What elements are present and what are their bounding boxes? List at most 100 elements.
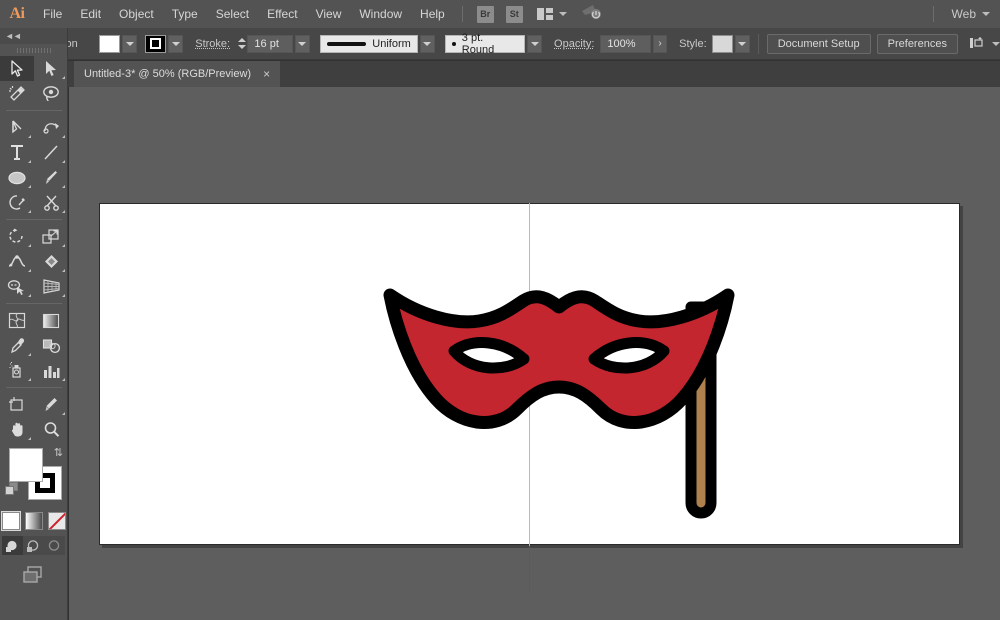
pen-tool[interactable] [0, 115, 34, 140]
change-screen-mode-button[interactable] [21, 565, 47, 590]
stroke-profile-dropdown[interactable] [420, 35, 435, 53]
draw-normal-button[interactable] [2, 536, 23, 555]
document-setup-button[interactable]: Document Setup [767, 34, 871, 54]
swap-fill-stroke-icon[interactable]: ⇅ [54, 446, 63, 459]
line-segment-tool[interactable] [34, 140, 68, 165]
scissors-tool[interactable] [34, 190, 68, 215]
opacity-input[interactable]: 100% [600, 35, 651, 53]
artboard-tool[interactable] [0, 392, 34, 417]
screen-mode-row [0, 565, 67, 590]
magic-wand-tool[interactable] [0, 81, 34, 106]
zoom-tool[interactable] [34, 417, 68, 442]
paintbrush-tool[interactable] [34, 165, 68, 190]
app-logo-icon: Ai [0, 0, 34, 28]
tools-divider [6, 110, 62, 111]
lasso-tool[interactable] [34, 81, 68, 106]
stroke-weight-label[interactable]: Stroke: [195, 38, 230, 50]
gradient-tool[interactable] [34, 308, 68, 333]
uniform-profile-icon [327, 42, 366, 46]
mask-body [390, 295, 728, 422]
menu-separator [462, 6, 463, 22]
menu-type[interactable]: Type [163, 0, 207, 28]
ellipse-tool[interactable] [0, 165, 34, 190]
stroke-weight-stepper[interactable] [236, 35, 247, 53]
draw-behind-button[interactable] [23, 536, 44, 555]
shape-builder-tool[interactable] [0, 274, 34, 299]
color-mode-button[interactable] [2, 512, 20, 530]
fill-stroke-controls: ⇅ [0, 446, 68, 508]
add-anchor-point-tool[interactable] [34, 115, 68, 140]
fill-color-indicator[interactable] [9, 448, 43, 482]
mesh-tool[interactable] [0, 308, 34, 333]
arrange-documents-icon[interactable] [537, 8, 567, 20]
menu-view[interactable]: View [307, 0, 351, 28]
fill-swatch-dropdown[interactable] [122, 35, 137, 53]
stock-icon[interactable]: St [506, 6, 523, 23]
drawing-mode-row [0, 536, 67, 555]
preferences-button[interactable]: Preferences [877, 34, 958, 54]
brush-dot-icon [452, 42, 456, 46]
brush-definition-combo[interactable]: 3 pt. Round [445, 35, 525, 53]
workspace-separator [933, 6, 934, 22]
tools-grid [0, 56, 68, 442]
slice-tool[interactable] [34, 392, 68, 417]
tools-divider-3 [6, 303, 62, 304]
menu-edit[interactable]: Edit [71, 0, 110, 28]
type-tool[interactable] [0, 140, 34, 165]
stroke-color-swatch[interactable] [145, 35, 166, 53]
scale-tool[interactable] [34, 224, 68, 249]
workspace-label[interactable]: Web [952, 7, 976, 21]
none-mode-button[interactable] [48, 512, 66, 530]
perspective-grid-tool[interactable] [34, 274, 68, 299]
graphic-style-dropdown[interactable] [735, 35, 750, 53]
brush-definition-label: 3 pt. Round [462, 32, 518, 56]
graphic-style-swatch[interactable] [712, 35, 733, 53]
tools-divider-4 [6, 387, 62, 388]
control-bar-separator [758, 34, 759, 54]
stroke-weight-dropdown[interactable] [295, 35, 310, 53]
tools-panel-header[interactable]: ◄◄ [0, 28, 67, 44]
rotate-tool[interactable] [0, 224, 34, 249]
color-mode-row [0, 512, 67, 530]
menu-select[interactable]: Select [207, 0, 258, 28]
width-tool[interactable] [0, 249, 34, 274]
menu-window[interactable]: Window [350, 0, 411, 28]
fill-color-swatch[interactable] [99, 35, 120, 53]
opacity-panel-button[interactable]: › [653, 35, 667, 53]
canvas-area[interactable] [69, 87, 1000, 620]
gradient-mode-button[interactable] [25, 512, 43, 530]
menu-help[interactable]: Help [411, 0, 454, 28]
cloud-sync-icon[interactable] [581, 3, 603, 26]
hand-tool[interactable] [0, 417, 34, 442]
menu-object[interactable]: Object [110, 0, 163, 28]
style-label: Style: [679, 38, 707, 50]
double-chevron-left-icon[interactable]: ◄◄ [5, 31, 21, 41]
menu-effect[interactable]: Effect [258, 0, 306, 28]
stroke-weight-input[interactable]: 16 pt [247, 35, 292, 53]
blend-tool[interactable] [34, 333, 68, 358]
free-transform-tool[interactable] [34, 249, 68, 274]
eyedropper-tool[interactable] [0, 333, 34, 358]
opacity-label[interactable]: Opacity: [554, 38, 594, 50]
draw-inside-button[interactable] [44, 536, 65, 555]
close-icon[interactable]: × [263, 68, 270, 80]
brush-definition-dropdown[interactable] [527, 35, 542, 53]
selection-tool[interactable] [0, 56, 34, 81]
tools-divider-2 [6, 219, 62, 220]
document-tab[interactable]: Untitled-3* @ 50% (RGB/Preview) × [74, 61, 280, 87]
carnival-mask-artwork[interactable] [99, 203, 960, 545]
workspace-chevron-down-icon[interactable] [982, 12, 990, 16]
default-fill-stroke-icon[interactable] [5, 482, 19, 496]
direct-selection-tool[interactable] [34, 56, 68, 81]
align-to-pixel-grid-icon[interactable] [970, 37, 1000, 51]
menu-bar: Ai File Edit Object Type Select Effect V… [0, 0, 1000, 28]
stroke-swatch-dropdown[interactable] [168, 35, 183, 53]
menu-file[interactable]: File [34, 0, 71, 28]
tools-panel-grip[interactable] [0, 44, 67, 56]
column-graph-tool[interactable] [34, 358, 68, 383]
bridge-icon[interactable]: Br [477, 6, 494, 23]
shaper-tool[interactable] [0, 190, 34, 215]
symbol-sprayer-tool[interactable] [0, 358, 34, 383]
align-dropdown-chevron-icon[interactable] [992, 42, 1000, 46]
stroke-profile-combo[interactable]: Uniform [320, 35, 418, 53]
